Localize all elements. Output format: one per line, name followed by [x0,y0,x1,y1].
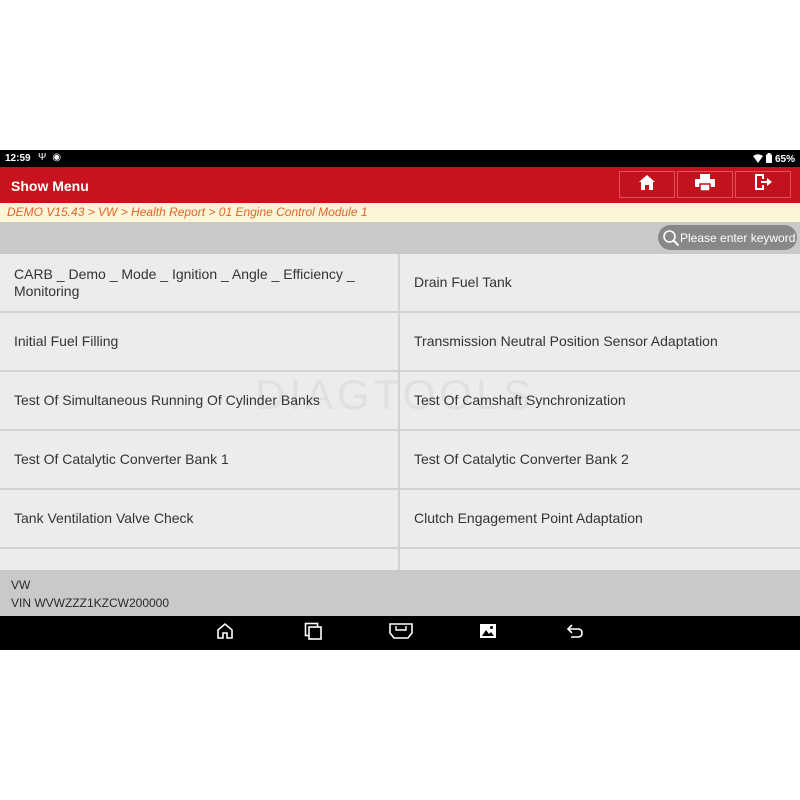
menu-item[interactable]: Transmission Neutral Position Sensor Ada… [400,313,800,370]
print-button[interactable] [677,171,733,198]
breadcrumb-text: DEMO V15.43 > VW > Health Report > 01 En… [7,205,368,219]
recent-apps-icon [304,622,322,645]
search-icon [662,229,680,247]
menu-item[interactable] [400,549,800,570]
menu-item-label: Tank Ventilation Valve Check [14,510,194,526]
menu-item[interactable] [0,549,398,570]
home-button[interactable] [619,171,675,198]
print-icon [695,173,715,196]
battery-icon [765,153,772,166]
exit-button[interactable] [735,171,791,198]
menu-grid: CARB _ Demo _ Mode _ Ignition _ Angle _ … [0,254,800,570]
menu-item-label: Initial Fuel Filling [14,333,119,349]
menu-item-label: CARB _ Demo _ Mode _ Ignition _ Angle _ … [14,265,355,299]
clock: 12:59 [5,153,31,164]
menu-item-label: Test Of Catalytic Converter Bank 2 [414,451,629,467]
menu-item-label: Test Of Catalytic Converter Bank 1 [14,451,229,467]
battery-level: 65% [774,154,795,165]
menu-item[interactable]: Initial Fuel Filling [0,313,398,370]
menu-item[interactable]: Drain Fuel Tank [400,254,800,311]
vehicle-make: VW [11,578,31,592]
menu-item-label: Transmission Neutral Position Sensor Ada… [414,333,718,349]
vehicle-info: VW VIN WVWZZZ1KZCW200000 [0,570,800,616]
app-screen: 12:59 Ψ◉ 65% Show Menu DEMO V15.43 > VW … [0,150,800,650]
menu-item[interactable]: CARB _ Demo _ Mode _ Ignition _ Angle _ … [0,254,398,311]
vci-icon [388,622,414,645]
breadcrumb: DEMO V15.43 > VW > Health Report > 01 En… [0,203,800,222]
menu-item[interactable]: Test Of Simultaneous Running Of Cylinder… [0,372,398,429]
menu-item[interactable]: Tank Ventilation Valve Check [0,490,398,547]
search-input[interactable]: Please enter keyword [658,225,797,250]
menu-item-label: Drain Fuel Tank [414,274,512,290]
image-icon [479,623,497,644]
menu-item-label: Clutch Engagement Point Adaptation [414,510,643,526]
search-placeholder: Please enter keyword [680,230,796,245]
search-bar: Please enter keyword [0,222,800,254]
menu-item[interactable]: Clutch Engagement Point Adaptation [400,490,800,547]
status-bar: 12:59 Ψ◉ 65% [0,150,800,167]
page-title: Show Menu [11,178,89,194]
vehicle-vin: VIN WVWZZZ1KZCW200000 [11,596,170,610]
exit-icon [753,173,773,196]
home-icon [638,174,656,196]
menu-item[interactable]: Test Of Catalytic Converter Bank 1 [0,431,398,488]
app-header: Show Menu [0,167,800,203]
menu-item-label: Test Of Simultaneous Running Of Cylinder… [14,392,320,408]
status-right: 65% [752,153,795,166]
menu-item-label: Test Of Camshaft Synchronization [414,392,626,408]
home-outline-icon [216,622,234,645]
nav-home-button[interactable] [212,621,238,645]
system-nav-bar [0,616,800,650]
recent-apps-button[interactable] [300,621,326,645]
back-button[interactable] [562,621,588,645]
gallery-button[interactable] [475,621,501,645]
menu-item[interactable]: Test Of Camshaft Synchronization [400,372,800,429]
notification-icons: Ψ◉ [38,152,68,163]
vci-button[interactable] [386,621,416,645]
menu-item[interactable]: Test Of Catalytic Converter Bank 2 [400,431,800,488]
wifi-icon [752,153,763,166]
back-icon [566,623,584,644]
